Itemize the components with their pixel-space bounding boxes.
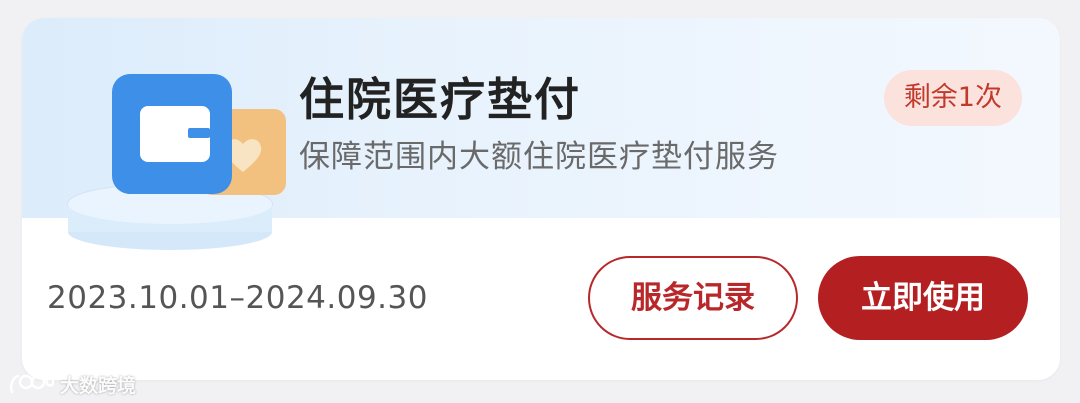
wallet-icon xyxy=(67,74,286,250)
service-records-button[interactable]: 服务记录 xyxy=(588,256,798,340)
remaining-count-badge: 剩余1次 xyxy=(883,70,1022,126)
service-description: 保障范围内大额住院医疗垫付服务 xyxy=(299,139,779,175)
brand-logo-icon xyxy=(10,374,54,394)
validity-period: 2023.10.01–2024.09.30 xyxy=(47,280,428,316)
watermark: 大数跨境 xyxy=(8,370,136,398)
watermark-text: 大数跨境 xyxy=(60,374,137,397)
service-card: 住院医疗垫付 保障范围内大额住院医疗垫付服务 剩余1次 2023.10.01–2… xyxy=(22,18,1060,380)
service-title: 住院医疗垫付 xyxy=(299,73,582,126)
use-now-button[interactable]: 立即使用 xyxy=(818,256,1028,340)
wallet-clasp xyxy=(188,128,210,138)
